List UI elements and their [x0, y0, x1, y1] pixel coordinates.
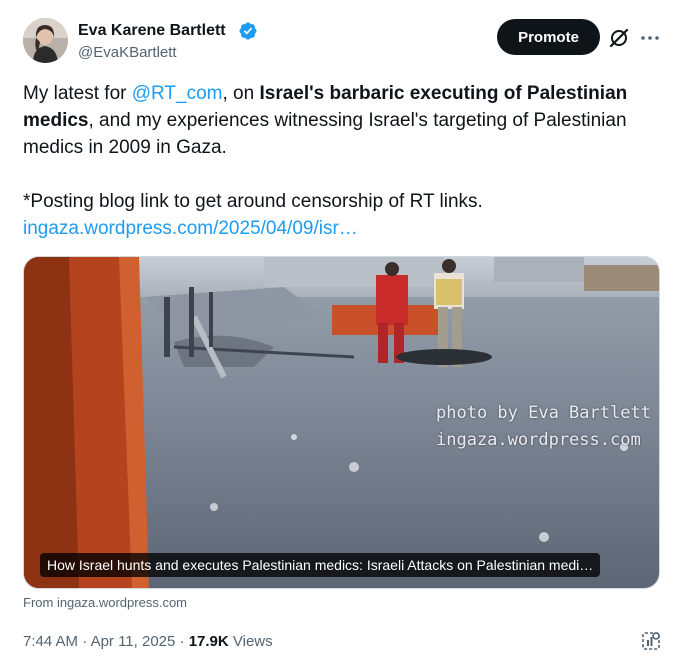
views-count: 17.9K [188, 633, 229, 650]
tweet-time[interactable]: 7:44 AM [23, 633, 78, 650]
tweet-text: My latest for @RT_com, on Israel's barba… [23, 80, 663, 242]
analytics-icon[interactable] [640, 630, 662, 652]
author-handle[interactable]: @EvaKBartlett [78, 43, 177, 63]
more-dots-icon[interactable] [640, 28, 660, 48]
tweet-text-part: *Posting blog link to get around censors… [23, 191, 483, 212]
separator: · [175, 633, 189, 650]
tweet-paragraph-1: My latest for @RT_com, on Israel's barba… [23, 80, 663, 161]
tweet-text-part: My latest for [23, 83, 132, 104]
grok-icon[interactable] [607, 26, 631, 50]
mention-link[interactable]: @RT_com [132, 83, 223, 104]
link-source[interactable]: From ingaza.wordpress.com [23, 594, 187, 612]
verified-badge-icon [239, 22, 257, 40]
author-name[interactable]: Eva Karene Bartlett [78, 21, 226, 41]
watermark-line: photo by Eva Bartlett [436, 403, 651, 423]
link-card-image[interactable]: photo by Eva Bartlett ingaza.wordpress.c… [23, 256, 660, 589]
blog-link[interactable]: ingaza.wordpress.com/2025/04/09/isr… [23, 218, 358, 239]
photo-watermark: photo by Eva Bartlett ingaza.wordpress.c… [436, 400, 651, 454]
tweet: Eva Karene Bartlett @EvaKBartlett Promot… [0, 0, 679, 670]
link-card-title[interactable]: How Israel hunts and executes Palestinia… [40, 553, 601, 577]
separator: · [78, 633, 91, 650]
tweet-meta: 7:44 AM · Apr 11, 2025 · 17.9K Views [23, 631, 273, 653]
tweet-text-part: , and my experiences witnessing Israel's… [23, 110, 627, 158]
views-label: Views [228, 633, 273, 650]
avatar[interactable] [23, 18, 68, 63]
tweet-paragraph-2: *Posting blog link to get around censors… [23, 188, 663, 242]
tweet-date[interactable]: Apr 11, 2025 [91, 633, 176, 650]
watermark-line: ingaza.wordpress.com [436, 430, 641, 450]
tweet-text-part: , on [222, 83, 260, 104]
promote-button[interactable]: Promote [497, 19, 600, 55]
